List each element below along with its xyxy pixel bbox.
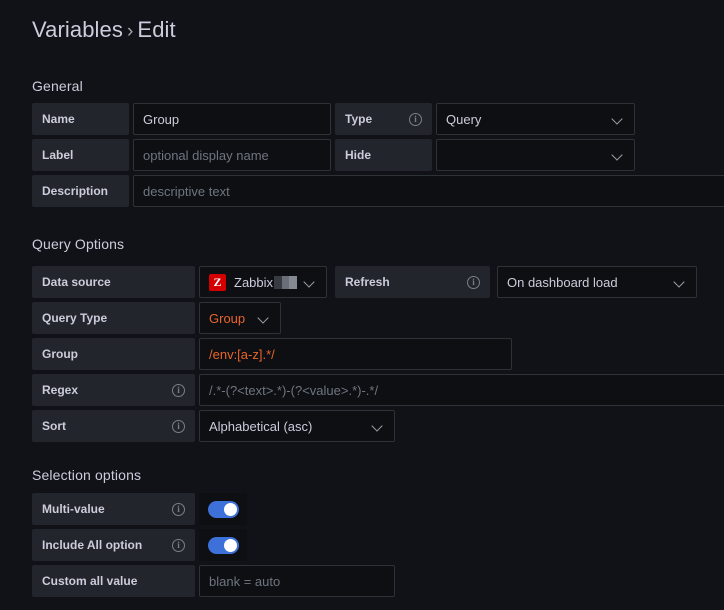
label-input[interactable]: optional display name: [133, 139, 331, 171]
breadcrumb-separator-icon: ›: [123, 21, 137, 42]
group-input[interactable]: /env:[a-z].*/: [199, 338, 512, 370]
info-icon-refresh[interactable]: i: [467, 276, 480, 289]
name-input[interactable]: Group: [133, 103, 331, 135]
custom-all-value-input[interactable]: blank = auto: [199, 565, 395, 597]
type-select[interactable]: Query: [436, 103, 635, 135]
chevron-down-icon: [371, 419, 385, 433]
field-label-refresh: Refresh i: [335, 266, 490, 298]
field-label-description-text: Description: [42, 184, 108, 198]
breadcrumb-variables[interactable]: Variables: [32, 17, 123, 42]
field-label-type-text: Type: [345, 112, 372, 126]
field-label-label-text: Label: [42, 148, 73, 162]
chevron-down-icon: [673, 275, 687, 289]
include-all-toggle[interactable]: [199, 529, 247, 561]
field-label-refresh-text: Refresh: [345, 275, 390, 289]
field-label-sort: Sort i: [32, 410, 195, 442]
field-label-query-type-text: Query Type: [42, 311, 107, 325]
group-input-value: /env:[a-z].*/: [209, 347, 275, 362]
field-label-name-text: Name: [42, 112, 75, 126]
sort-select[interactable]: Alphabetical (asc): [199, 410, 395, 442]
sort-select-value: Alphabetical (asc): [209, 419, 365, 434]
hide-select[interactable]: [436, 139, 635, 171]
section-header-selection-options: Selection options: [32, 467, 141, 483]
field-label-regex: Regex i: [32, 374, 195, 406]
refresh-select-value: On dashboard load: [507, 275, 667, 290]
info-icon-include-all[interactable]: i: [172, 539, 185, 552]
variable-edit-page: Variables›Edit General Name Group Type i…: [0, 0, 724, 610]
field-label-hide: Hide: [335, 139, 432, 171]
field-label-hide-text: Hide: [345, 148, 371, 162]
multi-value-toggle[interactable]: [199, 493, 247, 525]
info-icon-regex[interactable]: i: [172, 384, 185, 397]
field-label-type: Type i: [335, 103, 432, 135]
field-label-query-type: Query Type: [32, 302, 195, 334]
section-header-general: General: [32, 78, 83, 94]
toggle-switch-on-icon: [208, 501, 239, 518]
refresh-select[interactable]: On dashboard load: [497, 266, 697, 298]
field-label-description: Description: [32, 175, 129, 207]
toggle-switch-on-icon: [208, 537, 239, 554]
chevron-down-icon: [611, 148, 625, 162]
label-input-placeholder: optional display name: [143, 148, 269, 163]
description-input[interactable]: descriptive text: [133, 175, 724, 207]
chevron-down-icon: [611, 112, 625, 126]
field-label-group: Group: [32, 338, 195, 370]
zabbix-logo-icon: Z: [209, 274, 226, 291]
field-label-include-all-text: Include All option: [42, 538, 142, 552]
chevron-down-icon: [257, 311, 271, 325]
info-icon-sort[interactable]: i: [172, 420, 185, 433]
field-label-group-text: Group: [42, 347, 78, 361]
field-label-regex-text: Regex: [42, 383, 78, 397]
section-header-query-options: Query Options: [32, 236, 124, 252]
data-source-picker[interactable]: Z Zabbix: [199, 266, 327, 298]
query-type-select-value: Group: [209, 311, 251, 326]
description-input-placeholder: descriptive text: [143, 184, 230, 199]
field-label-name: Name: [32, 103, 129, 135]
query-type-select[interactable]: Group: [199, 302, 281, 334]
field-label-sort-text: Sort: [42, 419, 66, 433]
data-source-value-text: Zabbix: [234, 275, 273, 290]
redacted-block: [274, 276, 297, 289]
field-label-multi-value: Multi-value i: [32, 493, 195, 525]
data-source-value: Zabbix: [234, 275, 297, 290]
custom-all-value-placeholder: blank = auto: [209, 574, 280, 589]
info-icon-type[interactable]: i: [409, 113, 422, 126]
type-select-value: Query: [446, 112, 605, 127]
breadcrumb: Variables›Edit: [32, 17, 176, 43]
chevron-down-icon: [303, 275, 317, 289]
field-label-data-source: Data source: [32, 266, 195, 298]
field-label-custom-all-value: Custom all value: [32, 565, 195, 597]
regex-input-placeholder: /.*-(?<text>.*)-(?<value>.*)-.*/: [209, 383, 378, 398]
breadcrumb-edit: Edit: [137, 17, 175, 42]
field-label-multi-value-text: Multi-value: [42, 502, 105, 516]
field-label-data-source-text: Data source: [42, 275, 111, 289]
regex-input[interactable]: /.*-(?<text>.*)-(?<value>.*)-.*/: [199, 374, 724, 406]
field-label-custom-all-value-text: Custom all value: [42, 574, 137, 588]
name-input-value: Group: [143, 112, 179, 127]
field-label-include-all: Include All option i: [32, 529, 195, 561]
field-label-label: Label: [32, 139, 129, 171]
info-icon-multi-value[interactable]: i: [172, 503, 185, 516]
